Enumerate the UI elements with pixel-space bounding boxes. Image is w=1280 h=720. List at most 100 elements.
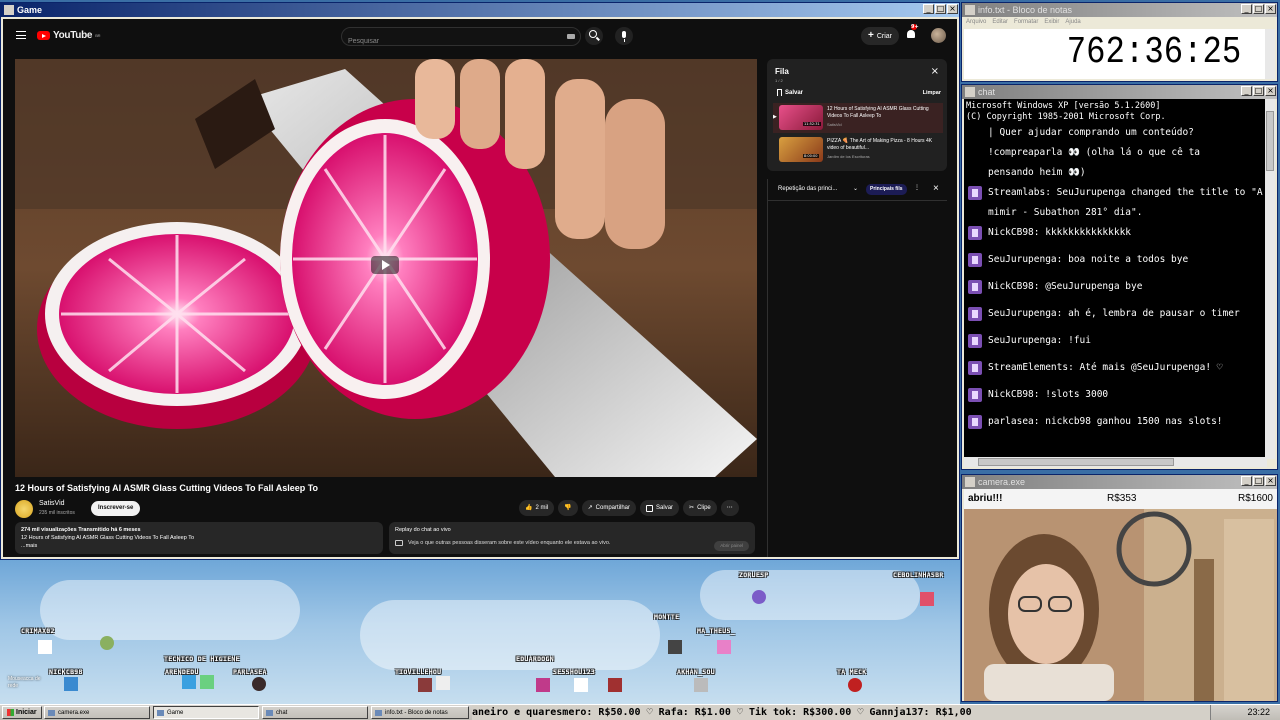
notepad-scrollbar[interactable]	[1265, 29, 1275, 79]
chat-username: NickCB98	[988, 389, 1034, 400]
chat-text: Até mais @SeuJurupenga! ♡	[1079, 362, 1223, 373]
camera-titlebar[interactable]: camera.exe _ □ ×	[962, 475, 1277, 489]
share-icon: ↗	[587, 505, 593, 511]
channel-avatar[interactable]	[15, 500, 33, 518]
notepad-icon	[965, 5, 975, 15]
more-actions-button[interactable]: ⋯	[720, 500, 739, 516]
scissors-icon: ✂	[689, 505, 695, 511]
player-sprite	[668, 640, 682, 654]
queue-item[interactable]: ▶ 11:52:31 12 Hours of Satisfying AI ASM…	[773, 103, 943, 133]
chat-username: SeuJurupenga	[988, 335, 1057, 346]
close-button[interactable]: ×	[1265, 4, 1276, 14]
maximize-button[interactable]: □	[1253, 86, 1264, 96]
notifications-bell-icon[interactable]	[906, 29, 916, 41]
show-more-link[interactable]: ...mais	[21, 542, 377, 550]
play-button[interactable]	[371, 256, 399, 274]
player-sprite	[100, 636, 114, 650]
more-vert-icon[interactable]: ⋮	[914, 184, 920, 191]
notepad-titlebar[interactable]: info.txt - Bloco de notas _ □ ×	[962, 3, 1277, 17]
minimize-button[interactable]: _	[1241, 4, 1252, 14]
minimize-button[interactable]: _	[923, 4, 934, 14]
minimize-button[interactable]: _	[1241, 86, 1252, 96]
channel-name[interactable]: SatisVid	[39, 500, 65, 507]
chat-user-icon	[968, 226, 982, 240]
chat-user-icon	[968, 388, 982, 402]
chat-mode-label[interactable]: Repetição das princi...	[778, 186, 837, 192]
like-button[interactable]: 👍 2 mil	[519, 500, 555, 516]
bookmark-icon	[777, 89, 782, 96]
top-chat-badge[interactable]: Principais fils	[866, 184, 907, 195]
taskbar-item-camera[interactable]: camera.exe	[44, 706, 150, 719]
scrollbar-thumb[interactable]	[1266, 111, 1274, 171]
maximize-button[interactable]: □	[935, 4, 946, 14]
close-button[interactable]: ×	[1265, 86, 1276, 96]
chevron-down-icon[interactable]: ⌄	[853, 185, 858, 192]
subscriber-count: 235 mil inscritos	[39, 510, 75, 516]
thumbs-down-icon: 👎	[564, 505, 572, 511]
chat-user-icon	[968, 334, 982, 348]
search-box[interactable]	[341, 27, 581, 50]
chat-user-icon	[968, 415, 982, 429]
taskbar-item-notepad[interactable]: info.txt - Bloco de notas	[371, 706, 469, 719]
youtube-logo[interactable]: YouTube BR	[37, 30, 100, 41]
chat-titlebar[interactable]: chat _ □ ×	[962, 85, 1277, 99]
close-button[interactable]: ×	[1265, 476, 1276, 486]
taskbar: Iniciar camera.exe Game chat info.txt - …	[0, 704, 1280, 720]
dislike-button[interactable]: 👎	[558, 500, 578, 516]
minimize-button[interactable]: _	[1241, 476, 1252, 486]
queue-item[interactable]: 8:00:00 PIZZA 🍕 The Art of Making Pizza …	[773, 135, 943, 165]
save-button[interactable]: Salvar	[640, 500, 680, 516]
video-description[interactable]: 274 mil visualizações Transmitido há 6 m…	[15, 522, 383, 554]
chat-horizontal-scrollbar[interactable]	[964, 457, 1267, 467]
search-button[interactable]	[585, 27, 603, 45]
chat-user-icon	[968, 361, 982, 375]
close-chat-icon[interactable]: ×	[933, 183, 939, 194]
maximize-button[interactable]: □	[1253, 4, 1264, 14]
player-name: EDUARDOGN	[516, 655, 554, 663]
chat-message: NickCB98: !slots 3000	[964, 385, 1267, 412]
pinned-message: | Quer ajudar comprando um conteúdo? !co…	[988, 127, 1201, 178]
scrollbar-thumb[interactable]	[978, 458, 1174, 466]
start-button[interactable]: Iniciar	[2, 706, 42, 719]
player-sprite	[38, 640, 52, 654]
player-name: NICKCB98	[49, 668, 83, 676]
video-title: 12 Hours of Satisfying AI ASMR Glass Cut…	[15, 483, 319, 493]
notepad-window: info.txt - Bloco de notas _ □ × Arquivo …	[961, 2, 1278, 82]
taskbar-item-game[interactable]: Game	[153, 706, 259, 719]
queue-thumbnail	[779, 137, 823, 162]
chat-text: nickcb98 ganhou 1500 nas slots!	[1045, 416, 1223, 427]
menu-editar[interactable]: Editar	[992, 17, 1008, 28]
taskbar-item-chat[interactable]: chat	[262, 706, 368, 719]
chat-username: SeuJurupenga	[988, 254, 1057, 265]
menu-formatar[interactable]: Formatar	[1014, 17, 1038, 28]
subathon-timer: 762:36:25	[1066, 31, 1241, 74]
close-button[interactable]: ×	[947, 4, 958, 14]
mouse-label: Mouseacca de rede	[8, 676, 41, 689]
chat-vertical-scrollbar[interactable]	[1265, 99, 1275, 459]
menu-arquivo[interactable]: Arquivo	[966, 17, 986, 28]
hamburger-menu-icon[interactable]	[16, 31, 26, 39]
keyboard-icon[interactable]	[567, 34, 575, 39]
subscribe-button[interactable]: Inscrever-se	[91, 501, 141, 516]
queue-save-button[interactable]: Salvar	[777, 89, 803, 96]
queue-clear-button[interactable]: Limpar	[923, 90, 941, 96]
menu-ajuda[interactable]: Ajuda	[1065, 17, 1080, 28]
menu-exibir[interactable]: Exibir	[1044, 17, 1059, 28]
video-player[interactable]	[15, 59, 757, 477]
chat-text: !fui	[1068, 335, 1091, 346]
account-avatar[interactable]	[931, 28, 946, 43]
donation-bar: abriu!!! R$353 R$1600	[964, 489, 1277, 509]
chat-message: Streamlabs: SeuJurupenga changed the tit…	[964, 183, 1267, 223]
notepad-textarea[interactable]: 762:36:25	[964, 29, 1267, 79]
clip-button[interactable]: ✂ Clipe	[683, 500, 717, 516]
maximize-button[interactable]: □	[1253, 476, 1264, 486]
create-button[interactable]: + Criar	[861, 27, 900, 45]
share-button[interactable]: ↗ Compartilhar	[581, 500, 637, 516]
game-scene: ZORUESP CEBOLINHASBR MONTTE MA_THEUS_ CR…	[0, 560, 960, 704]
voice-search-button[interactable]	[615, 27, 633, 45]
open-panel-button[interactable]: Abrir painel	[714, 541, 749, 551]
player-sprite	[920, 592, 934, 606]
close-queue-icon[interactable]: ×	[931, 67, 939, 77]
game-titlebar[interactable]: Game _ □ ×	[1, 3, 959, 17]
search-input[interactable]	[342, 33, 542, 50]
